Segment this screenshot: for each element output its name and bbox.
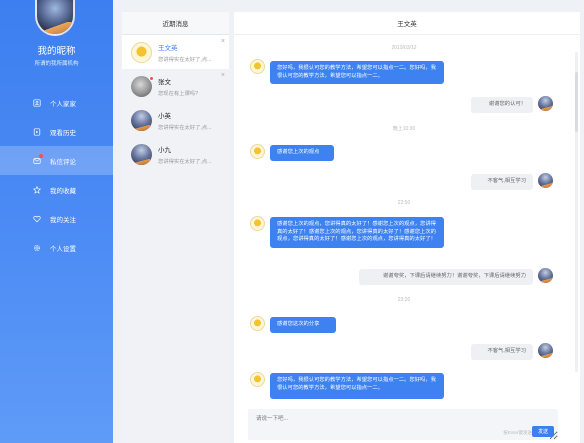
message-list[interactable]: 2019/03/12 您好吗，我很认可您的教学方法，希望您可以指点一二。您好吗，… xyxy=(234,35,580,405)
conversation-preview: 您讲得实在太好了,点... xyxy=(158,56,212,63)
sidebar-item-label: 观看历史 xyxy=(50,129,76,137)
sidebar-item-settings[interactable]: 个人设置 xyxy=(0,233,113,262)
history-icon xyxy=(33,127,41,136)
conversation-name: 小九 xyxy=(158,146,171,154)
user-bio: 所谓的我所属机构 xyxy=(34,61,79,67)
conversation-preview: 您讲得实在太好了,点... xyxy=(158,158,212,165)
sidebar-item-messages[interactable]: 私信评论 xyxy=(0,146,113,175)
chat-title: 王文英 xyxy=(234,12,580,35)
sidebar-item-label: 私信评论 xyxy=(50,158,76,166)
avatar xyxy=(250,144,265,159)
user-avatar[interactable] xyxy=(35,0,75,36)
avatar xyxy=(250,372,265,387)
send-button[interactable]: 发送 xyxy=(532,426,554,437)
profile-icon xyxy=(33,98,41,107)
avatar xyxy=(538,96,553,111)
sidebar-item-label: 个人家家 xyxy=(50,100,76,108)
conversation-preview: 您现在有上课吗? xyxy=(158,90,199,97)
close-icon[interactable]: × xyxy=(221,38,225,45)
unread-badge xyxy=(149,76,154,81)
message-bubble-incoming: 您好吗，我很认可您的教学方法，希望您可以指点一二。您好吗，我很认可您的教学方法，… xyxy=(270,61,444,84)
gear-icon xyxy=(33,244,41,252)
message-bubble-incoming: 感谢您上次的观点，您讲得真的太好了！感谢您上次的观点，您讲得真的太好了！感谢您上… xyxy=(270,217,444,248)
sidebar-item-following[interactable]: 我的关注 xyxy=(0,204,113,233)
avatar xyxy=(131,41,152,63)
message-timestamp: 23:20 xyxy=(397,297,411,303)
avatar xyxy=(538,173,553,188)
message-timestamp: 2019/03/12 xyxy=(391,45,417,51)
conversation-name: 王文英 xyxy=(158,44,178,52)
chat-panel: 王文英 2019/03/12 您好吗，我很认可您的教学方法，希望您可以指点一二。… xyxy=(234,12,580,443)
star-icon xyxy=(33,185,41,194)
sidebar-item-label: 个人设置 xyxy=(50,245,76,253)
sidebar-item-homepage[interactable]: 个人家家 xyxy=(0,88,113,117)
conversation-name: 张文 xyxy=(158,78,171,86)
message-bubble-incoming: 感谢您上次的观点 xyxy=(270,145,334,161)
conversation-name: 小英 xyxy=(158,112,171,120)
avatar xyxy=(538,343,553,358)
scrollbar-thumb[interactable] xyxy=(575,72,578,132)
message-composer: 按Enter键发送 发送 xyxy=(248,409,558,440)
sidebar-item-history[interactable]: 观看历史 xyxy=(0,117,113,146)
avatar xyxy=(250,216,265,231)
message-bubble-incoming: 感谢您这次的分享 xyxy=(270,317,336,333)
message-bubble-outgoing: 谢谢夸奖，下课后请继续努力！谢谢夸奖，下课后请继续努力 xyxy=(359,269,533,285)
conversation-item[interactable]: 王文英 您讲得实在太好了,点... × xyxy=(122,35,229,69)
message-bubble-outgoing: 谢谢您的认可！ xyxy=(471,97,533,113)
message-timestamp: 22:50 xyxy=(397,200,411,206)
sidebar-menu: 个人家家 观看历史 私信评论 我的收藏 我的关注 个人设置 xyxy=(0,88,113,262)
conversation-preview: 您讲得实在太好了,点... xyxy=(158,124,212,131)
conversation-list-header: 近期消息 xyxy=(122,12,229,35)
user-nickname: 我的昵称 xyxy=(37,46,76,57)
unread-badge xyxy=(39,154,43,158)
conversation-item[interactable]: 小九 您讲得实在太好了,点... xyxy=(122,137,229,171)
chat-scrollbar[interactable] xyxy=(575,52,578,372)
sidebar-item-label: 我的关注 xyxy=(50,216,76,224)
conversation-item[interactable]: 张文 您现在有上课吗? × xyxy=(122,69,229,103)
conversation-list: 近期消息 王文英 您讲得实在太好了,点... × 张文 您现在有上课吗? × 小… xyxy=(122,12,229,443)
message-timestamp: 晚上10:30 xyxy=(392,126,416,132)
close-icon[interactable]: × xyxy=(221,72,225,79)
sidebar: 我的昵称 所谓的我所属机构 个人家家 观看历史 私信评论 我的收藏 我的关注 个… xyxy=(0,0,113,443)
sidebar-item-favorites[interactable]: 我的收藏 xyxy=(0,175,113,204)
message-bubble-incoming: 您好吗，我很认可您的教学方法，希望您可以指点一二。您好吗，我很认可您的教学方法，… xyxy=(270,373,444,399)
send-hint: 按Enter键发送 xyxy=(503,430,532,435)
conversation-item[interactable]: 小英 您讲得实在太好了,点... xyxy=(122,103,229,137)
avatar xyxy=(250,59,265,74)
avatar xyxy=(538,268,553,283)
avatar xyxy=(131,143,152,165)
message-bubble-outgoing: 不客气,相互学习 xyxy=(471,174,533,190)
avatar xyxy=(131,109,152,131)
avatar xyxy=(250,316,265,331)
sidebar-item-label: 我的收藏 xyxy=(50,187,76,195)
heart-icon xyxy=(33,215,41,223)
message-bubble-outgoing: 不客气,相互学习 xyxy=(471,344,533,360)
